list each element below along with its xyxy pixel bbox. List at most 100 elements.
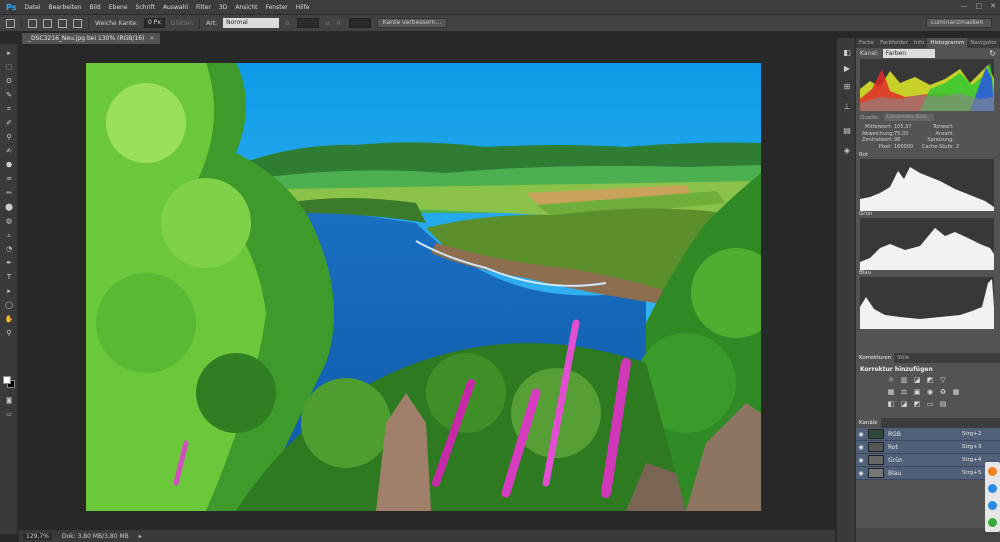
hand-tool-icon[interactable]: ✋ — [4, 314, 14, 324]
add-selection-icon[interactable] — [43, 18, 52, 28]
menu-fenster[interactable]: Fenster — [265, 4, 287, 11]
close-button[interactable]: ✕ — [990, 2, 996, 10]
tab-histogramm[interactable]: Histogramm — [927, 38, 968, 48]
intersect-selection-icon[interactable] — [73, 18, 82, 28]
document-canvas-photo[interactable] — [86, 63, 761, 511]
dock-adjust-icon[interactable]: ⊥ — [842, 102, 852, 112]
dock-tools-icon[interactable]: ⊞ — [842, 82, 852, 92]
dock-3d-icon[interactable]: ◈ — [842, 146, 852, 156]
selective-color-icon[interactable]: ▭ — [925, 400, 935, 409]
dodge-tool-icon[interactable]: ▵ — [4, 230, 14, 240]
color-balance-icon[interactable]: ⚖ — [899, 388, 909, 397]
document-tab[interactable]: _DSC3216_Neu.jpg bei 130% (RGB/16) × — [22, 33, 161, 44]
screen-mode-icon[interactable]: ▭ — [4, 410, 14, 420]
widget-blue-icon[interactable] — [988, 484, 997, 493]
channel-row[interactable]: ◉ Blau Strg+5 — [856, 467, 1000, 480]
menu-bearbeiten[interactable]: Bearbeiten — [49, 4, 82, 11]
widget-orange-icon[interactable] — [988, 467, 997, 476]
eye-icon[interactable]: ◉ — [856, 431, 866, 438]
close-tab-icon[interactable]: × — [149, 35, 154, 42]
tab-kanaele[interactable]: Kanäle — [856, 418, 881, 428]
marquee-preset-icon[interactable] — [6, 18, 15, 28]
subtract-selection-icon[interactable] — [58, 18, 67, 28]
refresh-icon[interactable]: ↻ — [989, 49, 996, 58]
blur-tool-icon[interactable]: ◍ — [4, 216, 14, 226]
path-select-tool-icon[interactable]: ▸ — [4, 286, 14, 296]
style-select[interactable]: Normal — [223, 18, 280, 28]
curves-icon[interactable]: ◪ — [912, 376, 922, 385]
channel-select[interactable]: Farben — [882, 49, 935, 58]
menu-auswahl[interactable]: Auswahl — [163, 4, 188, 11]
eye-icon[interactable]: ◉ — [856, 470, 866, 477]
dock-actions-icon[interactable]: ▶ — [842, 64, 852, 74]
menu-hilfe[interactable]: Hilfe — [296, 4, 310, 11]
eye-icon[interactable]: ◉ — [856, 457, 866, 464]
color-lookup-icon[interactable]: ▦ — [951, 388, 961, 397]
maximize-button[interactable]: □ — [976, 2, 983, 10]
workspace-select[interactable]: Luminanzmasken — [926, 18, 992, 28]
channel-mixer-icon[interactable]: ♻ — [938, 388, 948, 397]
menu-ansicht[interactable]: Ansicht — [235, 4, 257, 11]
vibrance-icon[interactable]: ▽ — [938, 376, 948, 385]
tab-navigator[interactable]: Navigator — [967, 38, 1000, 48]
status-menu-arrow-icon[interactable]: ▸ — [139, 533, 142, 540]
type-tool-icon[interactable]: T — [4, 272, 14, 282]
width-input[interactable] — [297, 18, 320, 28]
channel-row[interactable]: ◉ Rot Strg+3 — [856, 441, 1000, 454]
soft-edge-input[interactable]: 0 Px — [144, 18, 165, 28]
tab-farbfelder[interactable]: Farbfelder — [877, 38, 911, 48]
gradient-map-icon[interactable]: ▤ — [938, 400, 948, 409]
source-select[interactable]: Gesamtes Bild — [883, 114, 934, 121]
menu-bild[interactable]: Bild — [89, 4, 100, 11]
zoom-level-field[interactable]: 129,7% — [23, 532, 52, 540]
menu-3d[interactable]: 3D — [219, 4, 227, 11]
dock-layers-icon[interactable]: ◧ — [842, 48, 852, 58]
exposure-icon[interactable]: ◩ — [925, 376, 935, 385]
crop-tool-icon[interactable]: ⌗ — [4, 104, 14, 114]
threshold-icon[interactable]: ◩ — [912, 400, 922, 409]
photo-filter-icon[interactable]: ◉ — [925, 388, 935, 397]
move-tool-icon[interactable]: ▸ — [4, 48, 14, 58]
eyedropper-tool-icon[interactable]: ✐ — [4, 118, 14, 128]
tab-korrekturen[interactable]: Korrekturen — [856, 353, 895, 363]
tab-stile[interactable]: Stile — [894, 353, 912, 363]
invert-icon[interactable]: ◧ — [886, 400, 896, 409]
sponge-tool-icon[interactable]: ◔ — [4, 244, 14, 254]
gradient-tool-icon[interactable]: ⬤ — [4, 202, 14, 212]
refine-edge-button[interactable]: Kante verbessern... — [376, 18, 448, 28]
history-brush-tool-icon[interactable]: ♒ — [4, 174, 14, 184]
eye-icon[interactable]: ◉ — [856, 444, 866, 451]
channel-row[interactable]: ◉ RGB Strg+2 — [856, 428, 1000, 441]
levels-icon[interactable]: ▥ — [899, 376, 909, 385]
tab-farbe[interactable]: Farbe — [856, 38, 877, 48]
channel-row[interactable]: ◉ Grün Strg+4 — [856, 454, 1000, 467]
tab-info[interactable]: Info — [911, 38, 927, 48]
hue-saturation-icon[interactable]: ▦ — [886, 388, 896, 397]
zoom-tool-icon[interactable]: ⚲ — [4, 328, 14, 338]
shape-tool-icon[interactable]: ◯ — [4, 300, 14, 310]
dock-paths-icon[interactable]: ▤ — [842, 126, 852, 136]
widget-green-icon[interactable] — [988, 518, 997, 527]
height-input[interactable] — [348, 18, 371, 28]
smoothing-checkbox[interactable]: Glätten — [171, 20, 193, 27]
quick-select-tool-icon[interactable]: ✎ — [4, 90, 14, 100]
black-white-icon[interactable]: ▣ — [912, 388, 922, 397]
eraser-tool-icon[interactable]: ✏ — [4, 188, 14, 198]
quick-mask-icon[interactable]: ◙ — [4, 396, 14, 406]
menu-ebene[interactable]: Ebene — [109, 4, 128, 11]
swap-icon[interactable]: ⇄ — [325, 20, 330, 27]
healing-brush-tool-icon[interactable]: ⚲ — [4, 132, 14, 142]
posterize-icon[interactable]: ◪ — [899, 400, 909, 409]
foreground-color-swatch[interactable] — [3, 376, 11, 384]
menu-schrift[interactable]: Schrift — [136, 4, 155, 11]
menu-filter[interactable]: Filter — [196, 4, 211, 11]
brightness-icon[interactable]: ☼ — [886, 376, 896, 385]
lasso-tool-icon[interactable]: ʘ — [4, 76, 14, 86]
clone-stamp-tool-icon[interactable]: ⬣ — [4, 160, 14, 170]
brush-tool-icon[interactable]: ✍ — [4, 146, 14, 156]
marquee-tool-icon[interactable]: ⬚ — [4, 62, 14, 72]
new-selection-icon[interactable] — [28, 18, 37, 28]
minimize-button[interactable]: — — [961, 2, 968, 10]
widget-blue-icon[interactable] — [988, 501, 997, 510]
pen-tool-icon[interactable]: ✒ — [4, 258, 14, 268]
